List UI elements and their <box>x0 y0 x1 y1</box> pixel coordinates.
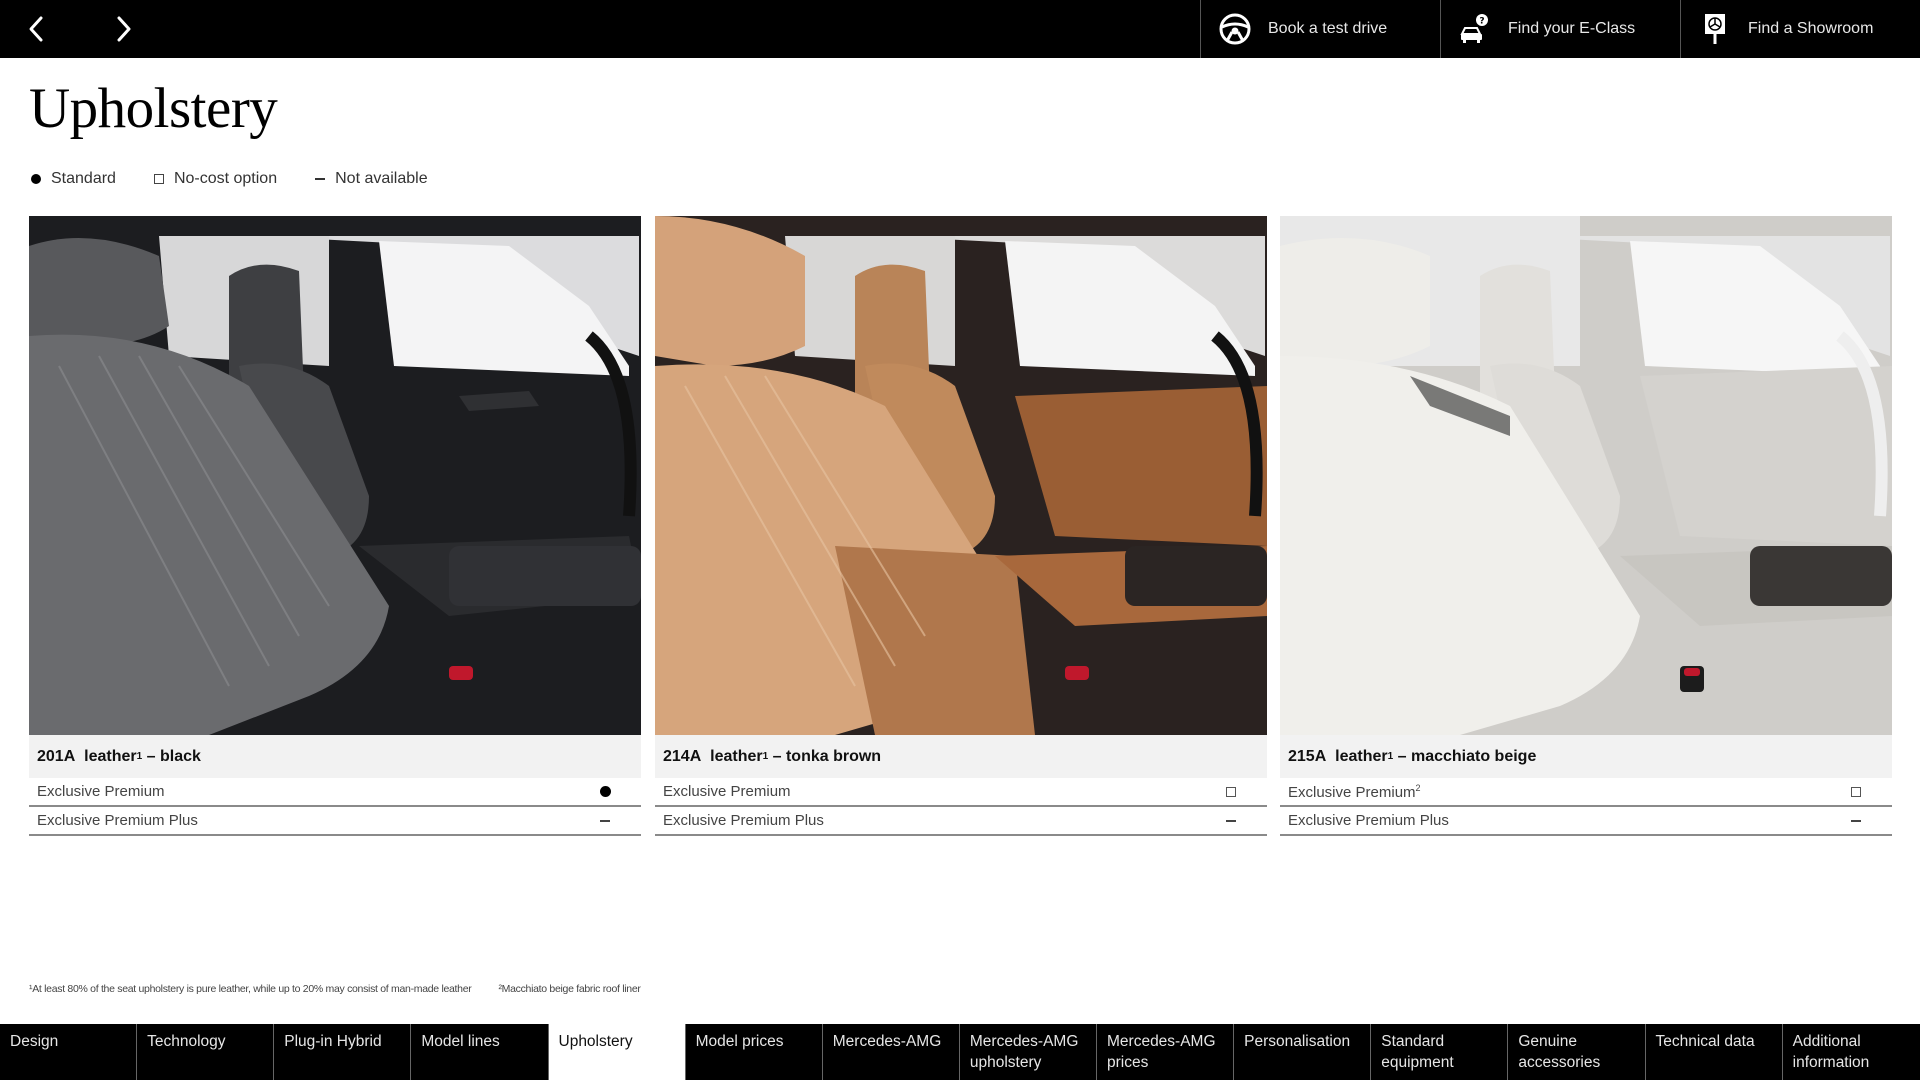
model-line-label: Exclusive Premium Plus <box>1288 812 1449 829</box>
footnote-ref: 1 <box>1387 751 1394 762</box>
no-cost-option-square-icon <box>1225 786 1237 798</box>
upholstery-image <box>655 216 1267 735</box>
nav-tab-technical-data[interactable]: Technical data <box>1646 1024 1783 1080</box>
upholstery-card: 215A leather 1 – macchiato beige Exclusiv… <box>1280 216 1892 836</box>
legend-not-available: Not available <box>313 170 428 188</box>
upholstery-material: leather <box>84 747 137 765</box>
legend-label: No-cost option <box>173 170 278 187</box>
not-available-dash-icon <box>1225 815 1237 827</box>
nav-tab-mercedes-amg-upholstery[interactable]: Mercedes-AMG upholstery <box>960 1024 1097 1080</box>
footnote-ref: 1 <box>136 751 143 762</box>
upholstery-code: 214A <box>663 747 702 765</box>
upholstery-card: 201A leather 1 – black Exclusive Premium … <box>29 216 641 836</box>
legend-label: Not available <box>335 170 428 187</box>
nav-tab-personalisation[interactable]: Personalisation <box>1234 1024 1372 1080</box>
footnote-ref: 2 <box>1415 782 1421 793</box>
legend-standard: Standard <box>29 170 116 188</box>
standard-dot-icon <box>599 786 611 798</box>
filled-dot-icon <box>29 172 43 186</box>
previous-page-button[interactable] <box>16 9 56 49</box>
find-your-eclass-label: Find your E-Class <box>1508 20 1636 37</box>
footnote-1: ¹At least 80% of the seat upholstery is … <box>29 983 472 995</box>
steering-wheel-icon <box>1217 11 1253 47</box>
empty-square-icon <box>152 172 166 186</box>
upholstery-color: black <box>159 747 201 765</box>
upholstery-code: 215A <box>1288 747 1327 765</box>
upholstery-color: tonka brown <box>785 747 882 765</box>
model-line-label: Exclusive Premium Plus <box>663 812 824 829</box>
model-line-label: Exclusive Premium <box>663 783 791 800</box>
availability-row: Exclusive Premium <box>29 778 641 807</box>
next-page-button[interactable] <box>104 9 144 49</box>
nav-tab-mercedes-amg-prices[interactable]: Mercedes-AMG prices <box>1097 1024 1235 1080</box>
upholstery-caption: 214A leather 1 – tonka brown <box>655 735 1267 778</box>
nav-tab-additional-information[interactable]: Additional information <box>1783 1024 1920 1080</box>
availability-row: Exclusive Premium Plus <box>29 807 641 836</box>
footnote-2: ²Macchiato beige fabric roof liner <box>498 983 641 995</box>
car-question-icon: ? <box>1457 11 1493 47</box>
upholstery-image <box>1280 216 1892 735</box>
book-test-drive-label: Book a test drive <box>1268 20 1388 37</box>
availability-row: Exclusive Premium2 <box>1280 778 1892 807</box>
nav-tab-model-lines[interactable]: Model lines <box>411 1024 549 1080</box>
upholstery-card: 214A leather 1 – tonka brown Exclusive Pr… <box>655 216 1267 836</box>
chevron-left-icon <box>29 16 43 42</box>
model-line-label: Exclusive Premium Plus <box>37 812 198 829</box>
find-showroom-button[interactable]: Find a Showroom <box>1680 0 1920 58</box>
upholstery-image <box>29 216 641 735</box>
nav-tab-plug-in-hybrid[interactable]: Plug-in Hybrid <box>274 1024 412 1080</box>
nav-tab-technology[interactable]: Technology <box>137 1024 275 1080</box>
upholstery-material: leather <box>710 747 763 765</box>
availability-legend: Standard No-cost option Not available <box>29 170 464 188</box>
showroom-sign-icon <box>1697 11 1733 47</box>
nav-tab-genuine-accessories[interactable]: Genuine accessories <box>1508 1024 1646 1080</box>
availability-row: Exclusive Premium Plus <box>1280 807 1892 836</box>
availability-row: Exclusive Premium Plus <box>655 807 1267 836</box>
section-nav: Design Technology Plug-in Hybrid Model l… <box>0 1024 1920 1080</box>
svg-text:?: ? <box>1479 17 1484 27</box>
top-actions: Book a test drive ? Find your E-Class Fi… <box>1200 0 1920 58</box>
nav-tab-design[interactable]: Design <box>0 1024 138 1080</box>
book-test-drive-button[interactable]: Book a test drive <box>1200 0 1440 58</box>
page-title: Upholstery <box>29 77 278 140</box>
not-available-dash-icon <box>599 815 611 827</box>
model-line-label: Exclusive Premium <box>1288 783 1416 801</box>
legend-no-cost-option: No-cost option <box>152 170 277 188</box>
upholstery-material: leather <box>1335 747 1388 765</box>
availability-row: Exclusive Premium <box>655 778 1267 807</box>
nav-tab-upholstery[interactable]: Upholstery <box>548 1024 686 1080</box>
upholstery-code: 201A <box>37 747 76 765</box>
not-available-dash-icon <box>1850 815 1862 827</box>
top-bar: Book a test drive ? Find your E-Class Fi… <box>0 0 1920 58</box>
upholstery-color: macchiato beige <box>1410 747 1537 765</box>
footnote-ref: 1 <box>762 751 769 762</box>
model-line-label: Exclusive Premium <box>37 783 165 800</box>
nav-tab-model-prices[interactable]: Model prices <box>686 1024 823 1080</box>
find-showroom-label: Find a Showroom <box>1748 20 1874 37</box>
nav-tab-standard-equipment[interactable]: Standard equipment <box>1371 1024 1509 1080</box>
legend-label: Standard <box>51 170 116 187</box>
no-cost-option-square-icon <box>1850 786 1862 798</box>
find-your-eclass-button[interactable]: ? Find your E-Class <box>1440 0 1680 58</box>
chevron-right-icon <box>117 16 131 42</box>
nav-tab-mercedes-amg[interactable]: Mercedes-AMG <box>823 1024 960 1080</box>
upholstery-caption: 201A leather 1 – black <box>29 735 641 778</box>
footnotes: ¹At least 80% of the seat upholstery is … <box>29 983 668 995</box>
dash-icon <box>313 172 327 186</box>
upholstery-caption: 215A leather 1 – macchiato beige <box>1280 735 1892 778</box>
